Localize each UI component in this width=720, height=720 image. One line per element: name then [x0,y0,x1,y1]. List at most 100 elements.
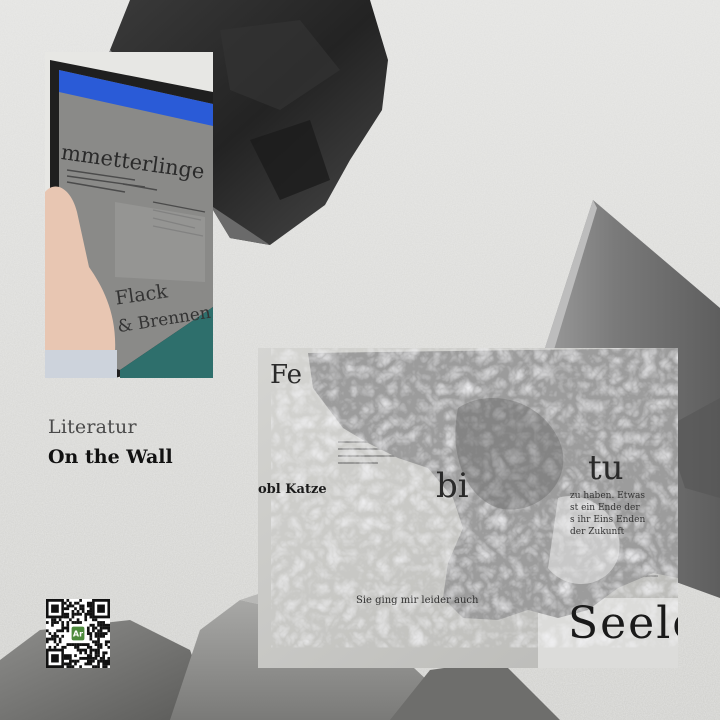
qr-module [99,629,103,633]
qr-module [104,662,108,666]
qr-module [99,659,103,663]
qr-module [58,637,62,641]
qr-module [97,645,100,649]
qr-module [69,601,72,605]
qr-module [94,651,98,655]
qr-module [97,623,100,627]
qr-module [74,621,77,624]
qr-module [74,662,77,666]
qr-module [94,632,98,635]
poster-small-line-4: der Zukunft [570,527,625,537]
qr-module [81,610,85,613]
qr-module [86,645,90,649]
qr-module [92,656,95,660]
qr-module [81,643,85,647]
qr-module [63,645,67,649]
qr-module [81,604,85,608]
poster-word-fe: Fe [270,360,303,390]
qr-module [86,659,90,663]
qr-module [107,623,110,627]
qr-module [94,648,98,652]
qr-code[interactable]: Ar [46,599,110,668]
qr-module [66,629,70,633]
qr-module [66,665,70,668]
qr-module [66,621,70,624]
qr-module [51,621,54,624]
qr-module [56,634,59,638]
qr-module [97,640,100,644]
qr-module [63,656,67,660]
poster-word-seele: Seele [568,598,678,649]
qr-module [99,634,103,638]
qr-module [63,607,67,611]
qr-module [79,651,82,655]
qr-module [76,648,80,652]
qr-module [104,651,108,655]
qr-module [86,662,90,666]
qr-module [97,654,100,658]
qr-module [69,643,72,647]
qr-module [66,656,70,660]
qr-module [79,665,82,668]
qr-module [89,654,93,658]
qr-module [89,601,93,605]
qr-module [71,604,75,608]
qr-module [94,634,98,638]
poster-photo: Fe bi tu obl Katze Seele Sie ging mir le… [258,348,678,668]
qr-module [76,645,80,649]
qr-module [46,640,49,644]
qr-logo-text: Ar [73,630,83,639]
qr-module [76,612,80,616]
qr-module [63,615,67,619]
qr-module [84,648,88,652]
qr-module [102,651,105,655]
qr-module [48,632,52,635]
qr-module [61,629,65,633]
qr-module [99,656,103,660]
qr-module [97,643,100,647]
qr-module [102,632,105,635]
qr-module [92,648,95,652]
qr-module [97,662,100,666]
qr-module [102,659,105,663]
qr-module [71,659,75,663]
poster-word-katze: obl Katze [258,482,327,497]
qr-module [89,634,93,638]
qr-module [66,604,70,608]
qr-module [104,659,108,663]
qr-module [69,654,72,658]
qr-module [84,656,88,660]
qr-module [79,612,82,616]
qr-module [104,640,108,644]
qr-module [86,643,90,647]
qr-module [58,629,62,633]
qr-module [66,643,70,647]
qr-module [69,659,72,663]
qr-module [99,643,103,647]
poster-small-line-1: zu haben. Etwas [570,491,646,501]
qr-module [74,612,77,616]
qr-module [89,612,93,616]
qr-module [104,623,108,627]
qr-module [66,607,70,611]
qr-module [71,612,75,616]
qr-module [53,634,57,638]
qr-module [102,662,105,666]
qr-module [79,599,82,602]
qr-module [53,640,57,644]
qr-module [69,656,72,660]
qr-module [89,623,93,627]
qr-module [97,659,100,663]
qr-module [107,659,110,663]
qr-module [46,621,49,624]
qr-module [79,656,82,660]
qr-module [76,601,80,605]
qr-module [107,662,110,666]
qr-module [94,618,98,622]
qr-module [61,634,65,638]
qr-module [84,615,88,619]
qr-module [97,632,100,635]
qr-module [79,643,82,647]
qr-module [89,651,93,655]
qr-module [107,645,110,649]
